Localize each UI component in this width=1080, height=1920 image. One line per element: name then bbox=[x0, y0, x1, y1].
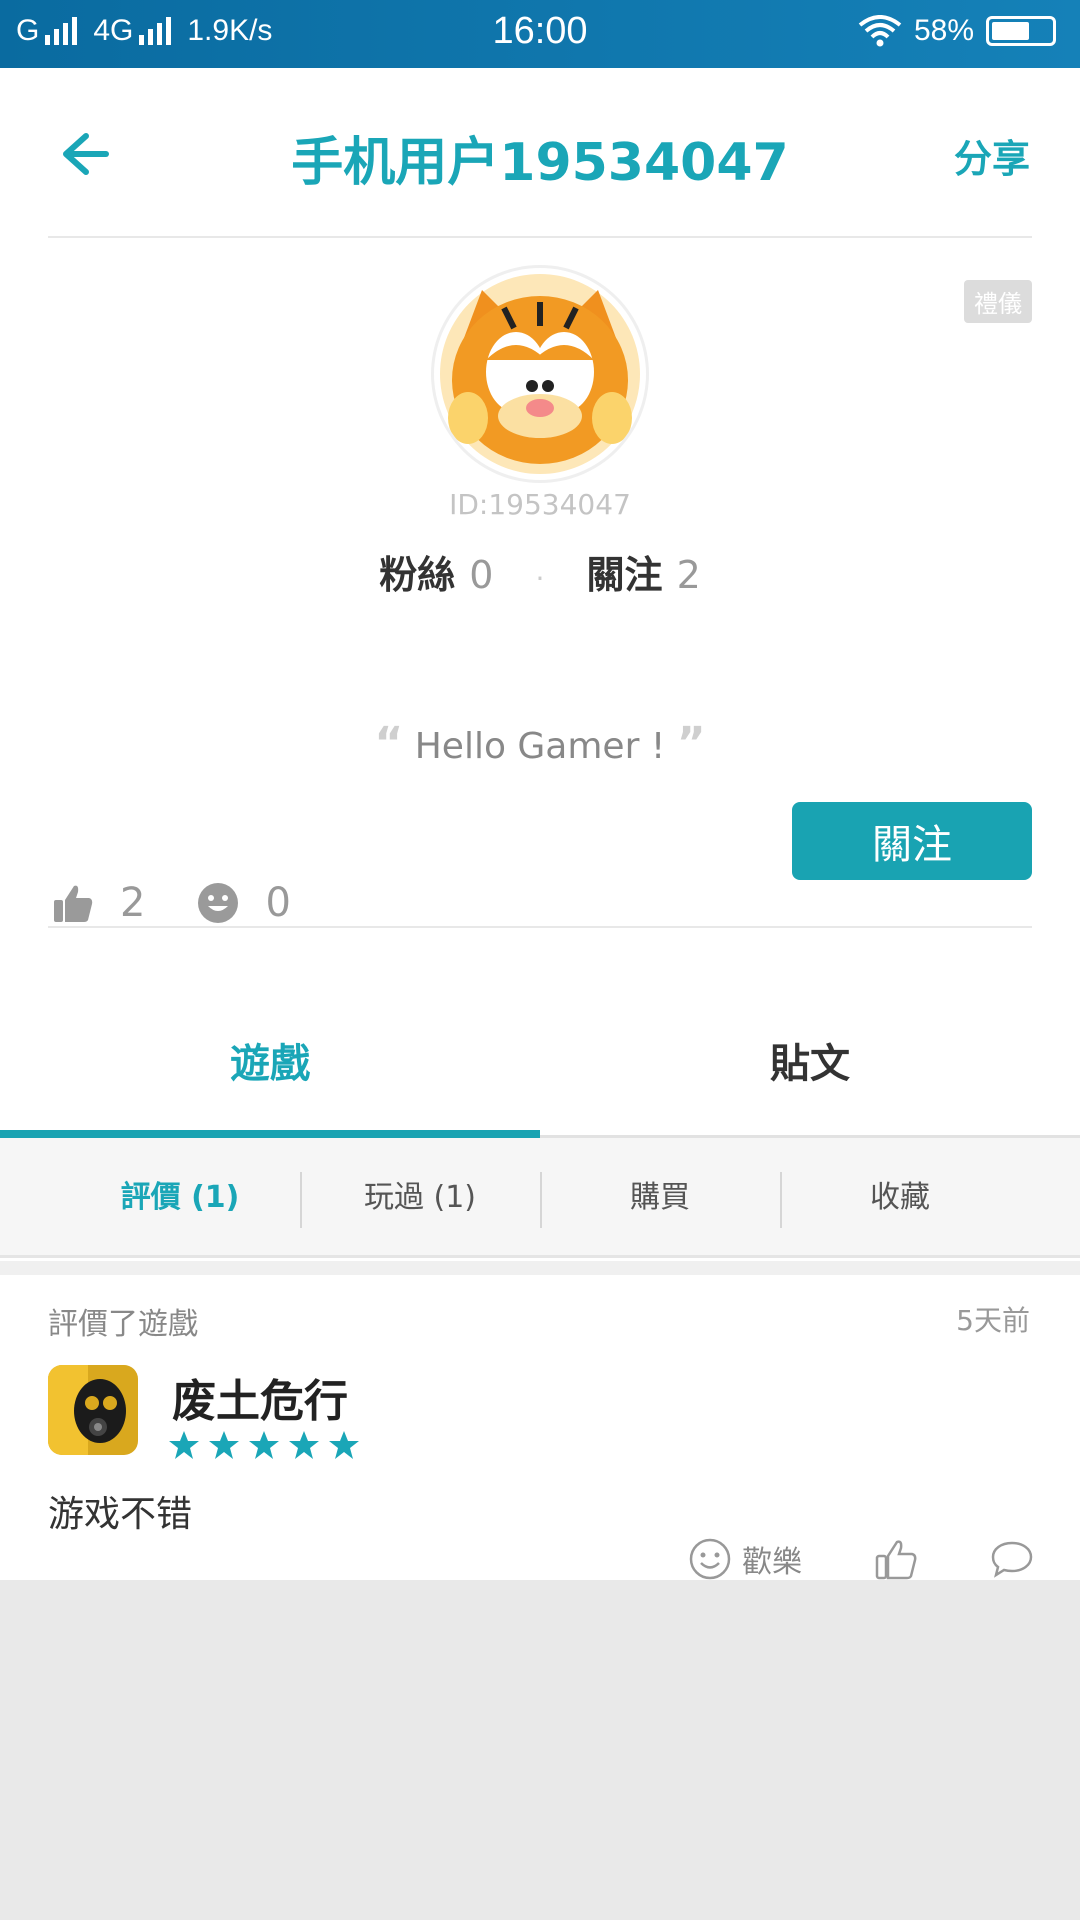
back-arrow-icon[interactable] bbox=[56, 126, 112, 182]
smiles-count: 0 bbox=[265, 880, 291, 926]
review-card[interactable]: 評價了遊戲 5天前 废土危行 游戏不错 歡樂 bbox=[0, 1275, 1080, 1580]
carrier-1: G bbox=[16, 14, 40, 47]
review-text: 游戏不错 bbox=[48, 1494, 193, 1535]
stats-row: 粉絲 0 · 關注 2 bbox=[0, 544, 1080, 599]
following-link[interactable]: 關注 2 bbox=[587, 553, 701, 597]
review-activity-label: 評價了遊戲 bbox=[48, 1307, 198, 1342]
share-button[interactable]: 分享 bbox=[954, 128, 1030, 183]
battery-icon bbox=[986, 16, 1056, 46]
subtab-reviews[interactable]: 評價 (1) bbox=[60, 1138, 300, 1258]
smile-outline-icon bbox=[689, 1538, 731, 1580]
battery-percent: 58% bbox=[913, 14, 974, 47]
star-icon bbox=[289, 1431, 319, 1459]
carrier-2: 4G bbox=[93, 14, 134, 47]
smile-icon bbox=[198, 883, 239, 923]
separator-dot: · bbox=[535, 562, 545, 595]
user-id: ID:19534047 bbox=[449, 488, 631, 521]
game-name[interactable]: 废土危行 bbox=[172, 1365, 348, 1429]
divider bbox=[48, 236, 1032, 238]
wifi-icon bbox=[858, 15, 902, 47]
fun-button[interactable]: 歡樂 bbox=[688, 1537, 802, 1581]
star-icon bbox=[249, 1431, 279, 1459]
quote-close-icon: ” bbox=[676, 718, 706, 769]
sub-tabs: 評價 (1) 玩過 (1) 購買 收藏 bbox=[0, 1138, 1080, 1258]
star-icon bbox=[209, 1431, 239, 1459]
main-tabs: 遊戲 貼文 bbox=[0, 994, 1080, 1138]
reactions-row: 2 0 bbox=[52, 880, 343, 926]
fans-count: 0 bbox=[469, 553, 494, 597]
likes-count: 2 bbox=[120, 880, 146, 926]
signal-icon bbox=[45, 17, 78, 45]
thumb-up-icon bbox=[54, 885, 93, 922]
subtab-played[interactable]: 玩過 (1) bbox=[300, 1138, 540, 1258]
game-icon[interactable] bbox=[48, 1365, 138, 1455]
thumb-up-outline-icon[interactable] bbox=[874, 1537, 918, 1581]
quote-open-icon: “ bbox=[374, 718, 404, 769]
fun-label: 歡樂 bbox=[742, 1545, 802, 1580]
status-bar: G 4G 1.9K/s 16:00 58% bbox=[0, 0, 1080, 68]
status-left: G 4G 1.9K/s bbox=[16, 14, 272, 48]
following-label: 關注 bbox=[586, 553, 663, 597]
avatar-cat-image bbox=[440, 274, 640, 474]
review-time: 5天前 bbox=[956, 1304, 1030, 1337]
header: 手机用户19534047 分享 bbox=[0, 68, 1080, 236]
comment-icon[interactable] bbox=[990, 1537, 1034, 1581]
likes[interactable]: 2 bbox=[52, 880, 145, 926]
subtab-favorites[interactable]: 收藏 bbox=[780, 1138, 1020, 1258]
rating-stars bbox=[168, 1429, 360, 1461]
tab-games[interactable]: 遊戲 bbox=[0, 994, 540, 1134]
follow-button[interactable]: 關注 bbox=[792, 802, 1032, 880]
divider bbox=[48, 926, 1032, 928]
fans-label: 粉絲 bbox=[379, 553, 456, 597]
review-actions: 歡樂 bbox=[688, 1537, 1034, 1581]
star-icon bbox=[169, 1431, 199, 1459]
network-speed: 1.9K/s bbox=[187, 14, 273, 47]
bio: “ Hello Gamer ! ” bbox=[0, 718, 1080, 769]
fans-link[interactable]: 粉絲 0 bbox=[379, 553, 493, 597]
active-tab-indicator bbox=[0, 1130, 540, 1138]
spacer bbox=[0, 1261, 1080, 1275]
signal-icon-2 bbox=[139, 17, 172, 45]
smiles[interactable]: 0 bbox=[197, 880, 291, 926]
following-count: 2 bbox=[676, 553, 701, 597]
tab-posts[interactable]: 貼文 bbox=[540, 994, 1080, 1134]
star-icon bbox=[329, 1431, 359, 1459]
status-right: 58% bbox=[858, 14, 1056, 48]
bio-text: Hello Gamer ! bbox=[414, 726, 666, 767]
etiquette-badge: 禮儀 bbox=[964, 280, 1032, 323]
profile-panel: 手机用户19534047 分享 禮儀 ID:19534047 粉絲 0 · 關注 2 bbox=[0, 68, 1080, 1580]
avatar[interactable] bbox=[434, 268, 646, 480]
subtab-purchased[interactable]: 購買 bbox=[540, 1138, 780, 1258]
page-title: 手机用户19534047 bbox=[291, 133, 789, 193]
